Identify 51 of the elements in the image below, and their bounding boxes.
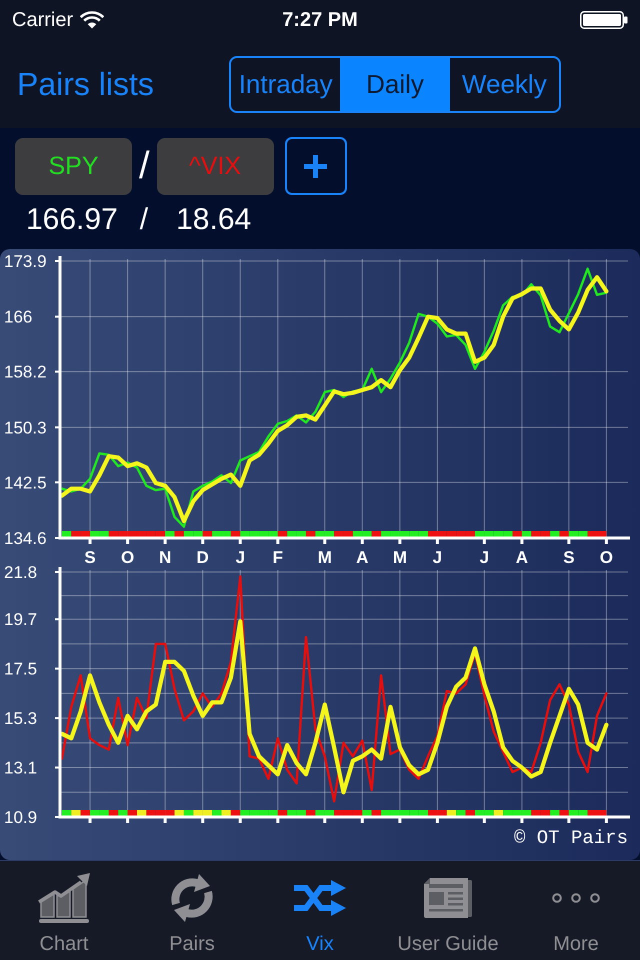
y-tick-label: 17.5 (4, 660, 38, 679)
slash-separator: / (140, 205, 148, 235)
x-tick-label: O (120, 548, 134, 567)
tab-bar-item[interactable]: Chart (0, 861, 128, 960)
symbol-button[interactable]: SPY (15, 138, 132, 194)
y-tick-label: 15.3 (4, 709, 38, 728)
newspaper-icon (422, 878, 474, 918)
copyright-text: © OT Pairs (514, 829, 628, 848)
segment-option[interactable]: Weekly (450, 58, 559, 110)
price-value: 18.64 (176, 205, 252, 235)
x-tick-label: S (84, 548, 96, 567)
x-tick-label: S (563, 548, 575, 567)
y-tick-label: 142.5 (4, 473, 47, 492)
y-tick-label: 134.6 (4, 529, 47, 548)
nav-bar-button[interactable]: Pairs lists (17, 68, 154, 100)
x-tick-label: N (159, 548, 172, 567)
tab-bar-item[interactable]: Vix (256, 861, 384, 960)
y-tick-label: 13.1 (4, 758, 38, 778)
tab-bar-item[interactable]: User Guide (384, 861, 512, 960)
tab-bar-item[interactable]: More (512, 861, 640, 960)
y-tick-label: 21.8 (4, 563, 38, 582)
price-value: 166.97 (26, 205, 118, 235)
x-tick-label: O (600, 548, 614, 567)
status-time: 7:27 PM (282, 10, 358, 30)
x-tick-label: F (272, 548, 283, 567)
y-tick-label: 10.9 (4, 808, 38, 825)
x-tick-label: M (392, 548, 407, 567)
y-tick-label: 19.7 (4, 610, 38, 630)
carrier-name: Carrier (12, 10, 74, 30)
battery-icon (580, 11, 628, 29)
plus-icon (304, 154, 328, 178)
y-tick-label: 173.9 (4, 252, 47, 271)
y-tick-label: 150.3 (4, 418, 47, 438)
wifi-icon (80, 11, 104, 29)
tab-bar-item[interactable]: Pairs (128, 861, 256, 960)
x-tick-label: D (196, 548, 209, 567)
x-tick-label: J (480, 548, 490, 567)
x-tick-label: A (356, 548, 368, 567)
slash-separator: / (139, 147, 150, 185)
x-tick-label: J (432, 548, 442, 567)
x-tick-label: M (318, 548, 332, 567)
more-icon (552, 893, 600, 903)
bar-chart-icon (37, 872, 91, 924)
add-button[interactable] (284, 137, 347, 195)
y-tick-label: 158.2 (4, 362, 47, 382)
x-tick-label: J (236, 548, 246, 567)
y-tick-label: 166 (4, 308, 32, 327)
shuffle-icon (294, 879, 346, 917)
segment-option[interactable]: Intraday (231, 58, 340, 110)
segment-option[interactable]: Daily (340, 58, 450, 110)
x-tick-label: A (516, 548, 528, 567)
